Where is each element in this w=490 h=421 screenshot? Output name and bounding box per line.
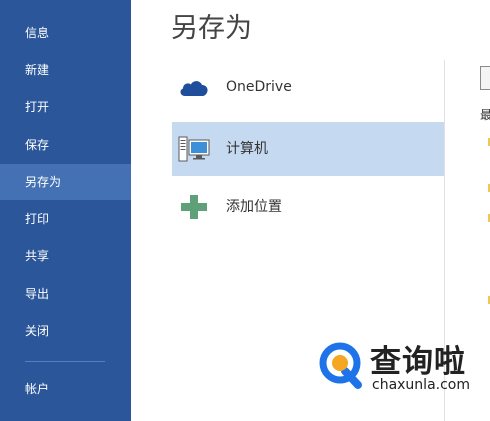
watermark: 查询啦 chaxunla.com [318,338,490,400]
place-computer[interactable]: 计算机 [172,122,444,176]
sidebar-item-info[interactable]: 信息 [0,15,131,51]
sidebar-item-close[interactable]: 关闭 [0,313,131,349]
computer-icon [178,135,210,163]
sidebar-item-save[interactable]: 保存 [0,127,131,163]
backstage-sidebar: 信息 新建 打开 保存 另存为 打印 共享 导出 关闭 帐户 [0,0,131,421]
place-onedrive[interactable]: OneDrive [172,60,444,114]
sidebar-divider [25,361,105,362]
place-add-location[interactable]: 添加位置 [172,180,444,234]
sidebar-item-account[interactable]: 帐户 [0,371,131,407]
sidebar-item-print[interactable]: 打印 [0,201,131,237]
folder-computer-icon [480,66,490,90]
watermark-logo-icon [318,341,366,389]
sidebar-item-share[interactable]: 共享 [0,238,131,274]
place-onedrive-label: OneDrive [226,79,292,95]
watermark-url: chaxunla.com [372,377,470,393]
watermark-text: 查询啦 [370,344,466,380]
page-title: 另存为 [171,13,252,44]
sidebar-item-save-as[interactable]: 另存为 [0,164,131,200]
sidebar-item-new[interactable]: 新建 [0,52,131,88]
place-add-location-label: 添加位置 [226,199,282,215]
plus-icon [178,193,210,221]
recent-folders-label: 最 [480,108,490,122]
place-computer-label: 计算机 [226,141,268,157]
sidebar-item-open[interactable]: 打开 [0,89,131,125]
sidebar-item-export[interactable]: 导出 [0,276,131,312]
cloud-icon [178,73,210,101]
